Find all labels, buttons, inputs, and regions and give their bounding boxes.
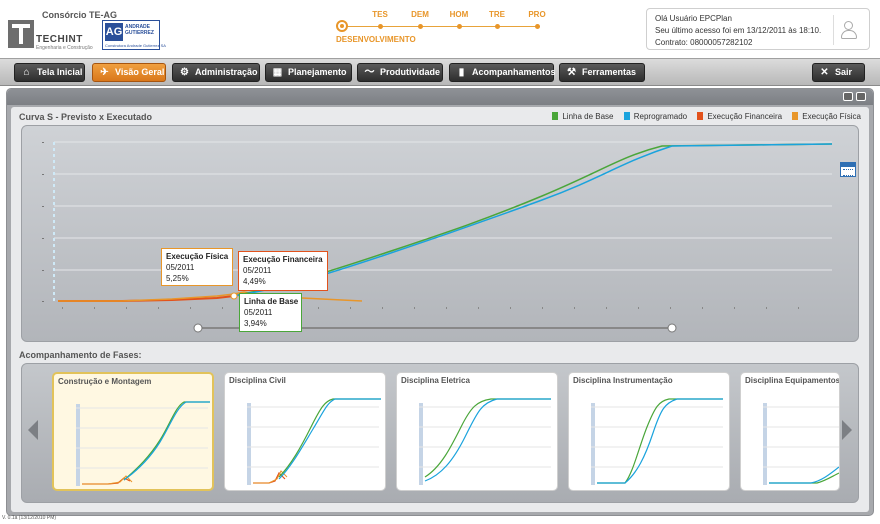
nav-tela-inicial[interactable]: ⌂ Tela Inicial [14, 63, 85, 82]
last-access: Seu último acesso foi em 13/12/2011 às 1… [655, 26, 822, 35]
hammer-icon: ⚒ [567, 67, 576, 78]
fase-card-title: Construção e Montagem [58, 377, 152, 386]
calendar-icon[interactable] [840, 162, 856, 177]
fase-card-chart [247, 398, 381, 485]
phase-current-label: DESENVOLVIMENTO [336, 35, 416, 44]
main-content: Curva S - Previsto x Executado Linha de … [11, 107, 869, 512]
tooltip-linha-base: Linha de Base 05/2011 3,94% [239, 293, 302, 332]
y-axis-ticks [42, 142, 44, 302]
techint-logo-subtitle: Engenharia e Construção [36, 45, 93, 51]
nav-visao-geral[interactable]: ✈ Visão Geral [92, 63, 166, 82]
fase-card-title: Disciplina Civil [229, 376, 286, 385]
tooltip-execucao-fisica: Execução Física 05/2011 5,25% [161, 248, 233, 286]
gear-icon: ⚙ [180, 67, 189, 78]
tooltip-execucao-financeira: Execução Financeira 05/2011 4,49% [238, 251, 328, 291]
version-label: V. 0.1a (13/12/2010 PM) [2, 515, 57, 521]
fase-card-disciplina-equipamentos[interactable]: Disciplina Equipamentos [740, 372, 840, 491]
user-info-box: Olá Usuário EPCPlan Seu último acesso fo… [646, 8, 870, 50]
range-slider-start-handle[interactable] [193, 323, 203, 333]
curva-legend: Linha de Base Reprogramado Execução Fina… [544, 112, 861, 121]
fase-card-title: Disciplina Instrumentação [573, 376, 673, 385]
fase-card-chart [76, 401, 210, 486]
phase-dem[interactable]: DEM [405, 10, 435, 29]
fase-card-chart [419, 398, 551, 485]
user-icon[interactable] [833, 15, 863, 45]
main-panel: Curva S - Previsto x Executado Linha de … [6, 88, 874, 516]
chart-hover-point [230, 292, 238, 300]
exit-button[interactable]: ✕ Sair [812, 63, 865, 82]
phase-current-marker[interactable] [336, 20, 348, 32]
andrade-gutierrez-logo: AG ANDRADE GUTIERREZ Construtora Andrade … [102, 20, 166, 50]
fase-card-construcao-montagem[interactable]: Construção e Montagem [52, 372, 214, 491]
user-greeting: Olá Usuário EPCPlan [655, 14, 732, 23]
range-slider-end-handle[interactable] [667, 323, 677, 333]
legend-linha-base[interactable]: Linha de Base [552, 112, 614, 121]
phase-pro[interactable]: PRO [522, 10, 552, 29]
carousel-next-icon[interactable] [842, 420, 852, 440]
contract-number: Contrato: 08000057282102 [655, 38, 753, 47]
phase-hom[interactable]: HOM [444, 10, 474, 29]
nav-administracao[interactable]: ⚙ Administração [172, 63, 260, 82]
legend-reprogramado[interactable]: Reprogramado [623, 112, 687, 121]
ag-logo-subtitle: Construtora Andrade Gutierrez SA [105, 43, 166, 48]
ag-logo-name: ANDRADE GUTIERREZ [125, 24, 154, 36]
home-icon: ⌂ [23, 67, 30, 78]
fase-card-title: Disciplina Equipamentos [745, 376, 840, 385]
phase-line [340, 26, 540, 27]
nav-planejamento[interactable]: ▦ Planejamento [265, 63, 352, 82]
curva-s-chart: Execução Física 05/2011 5,25% Execução F… [21, 125, 859, 342]
carousel-prev-icon[interactable] [28, 420, 38, 440]
curva-s-title: Curva S - Previsto x Executado [19, 112, 153, 122]
fase-card-disciplina-instrumentacao[interactable]: Disciplina Instrumentação [568, 372, 730, 491]
chart-icon: 〜 [364, 67, 375, 78]
header: Consórcio TE-AG TECHINT Engenharia e Con… [0, 0, 880, 58]
legend-execucao-financeira[interactable]: Execução Financeira [697, 112, 782, 121]
techint-logo-mark [8, 20, 34, 48]
bookmark-icon: ▮ [458, 67, 465, 78]
phase-tre[interactable]: TRE [482, 10, 512, 29]
consorcio-title: Consórcio TE-AG [42, 10, 118, 20]
telescope-icon: ✈ [100, 67, 109, 78]
phase-tes[interactable]: TES [365, 10, 395, 29]
fase-card-chart [591, 398, 723, 485]
series-execucao-fisica [58, 291, 363, 302]
main-navbar: ⌂ Tela Inicial ✈ Visão Geral ⚙ Administraçã… [0, 58, 880, 86]
print-icon[interactable] [843, 92, 853, 101]
nav-acompanhamentos[interactable]: ▮ Acompanhamentos [449, 63, 556, 82]
fase-card-disciplina-eletrica[interactable]: Disciplina Eletrica [396, 372, 558, 491]
main-panel-titlebar [7, 89, 873, 105]
fases-carousel: Construção e Montagem Disciplina Civil D… [21, 363, 859, 503]
close-icon: ✕ [820, 67, 829, 78]
project-phases: DESENVOLVIMENTO TES DEM HOM TRE PRO [334, 10, 554, 50]
nav-ferramentas[interactable]: ⚒ Ferramentas [559, 63, 645, 82]
fase-card-title: Disciplina Eletrica [401, 376, 470, 385]
techint-logo-name: TECHINT [36, 34, 83, 45]
fase-card-chart [763, 403, 839, 485]
acompanhamento-fases-title: Acompanhamento de Fases: [19, 350, 142, 360]
map-icon: ▦ [272, 67, 283, 78]
fase-card-disciplina-civil[interactable]: Disciplina Civil [224, 372, 386, 491]
nav-produtividade[interactable]: 〜 Produtividade [357, 63, 443, 82]
legend-execucao-fisica[interactable]: Execução Física [792, 112, 861, 121]
curva-s-plot [42, 141, 833, 333]
techint-logo: TECHINT Engenharia e Construção [8, 20, 93, 54]
minimize-icon[interactable] [856, 92, 866, 101]
ag-logo-mark: AG [105, 23, 123, 41]
x-axis-ticks [62, 307, 799, 309]
